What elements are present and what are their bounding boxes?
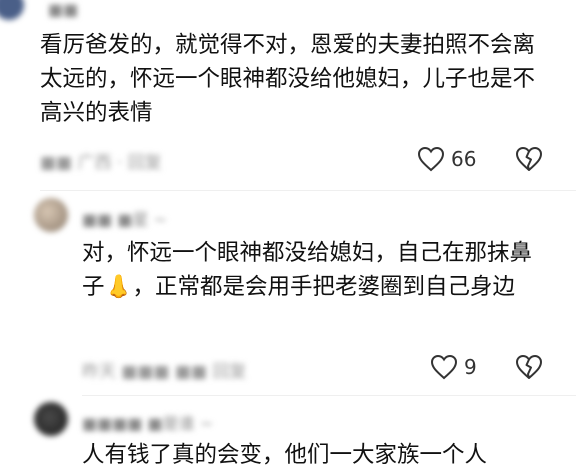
avatar[interactable]	[0, 0, 24, 20]
comment-username[interactable]: ■■■■ ■是谁 ~	[82, 410, 213, 434]
comment-text: 对，怀远一个眼神都没给媳妇，自己在那抹鼻子👃，正常都是会用手把老婆圈到自己身边	[82, 240, 533, 300]
like-button[interactable]: 66	[417, 146, 476, 172]
heart-icon	[417, 146, 445, 172]
divider	[40, 190, 576, 191]
comment-text: 看厉爸发的，就觉得不对，恩爱的夫妻拍照不会离太远的，怀远一个眼神都没给他媳妇，儿…	[40, 32, 536, 126]
dislike-button[interactable]	[515, 354, 543, 380]
broken-heart-icon	[515, 146, 543, 172]
like-count: 9	[464, 355, 477, 379]
broken-heart-icon	[515, 354, 543, 380]
comment-username[interactable]: ■■ ■星 ~	[82, 206, 167, 230]
avatar[interactable]	[34, 402, 68, 436]
like-count: 66	[451, 147, 477, 171]
comment-meta: 昨天 ■■■ ■■ 回复	[82, 362, 247, 382]
comment-meta: ■■ 广西 · 回复	[40, 153, 162, 173]
avatar[interactable]	[34, 198, 68, 232]
dislike-button[interactable]	[515, 146, 543, 172]
like-button[interactable]: 9	[430, 354, 477, 380]
heart-icon	[430, 354, 458, 380]
divider	[82, 395, 576, 396]
comment-text: 人有钱了真的会变，他们一大家族一个人	[82, 442, 488, 468]
comment-username[interactable]: ■■	[48, 0, 78, 19]
